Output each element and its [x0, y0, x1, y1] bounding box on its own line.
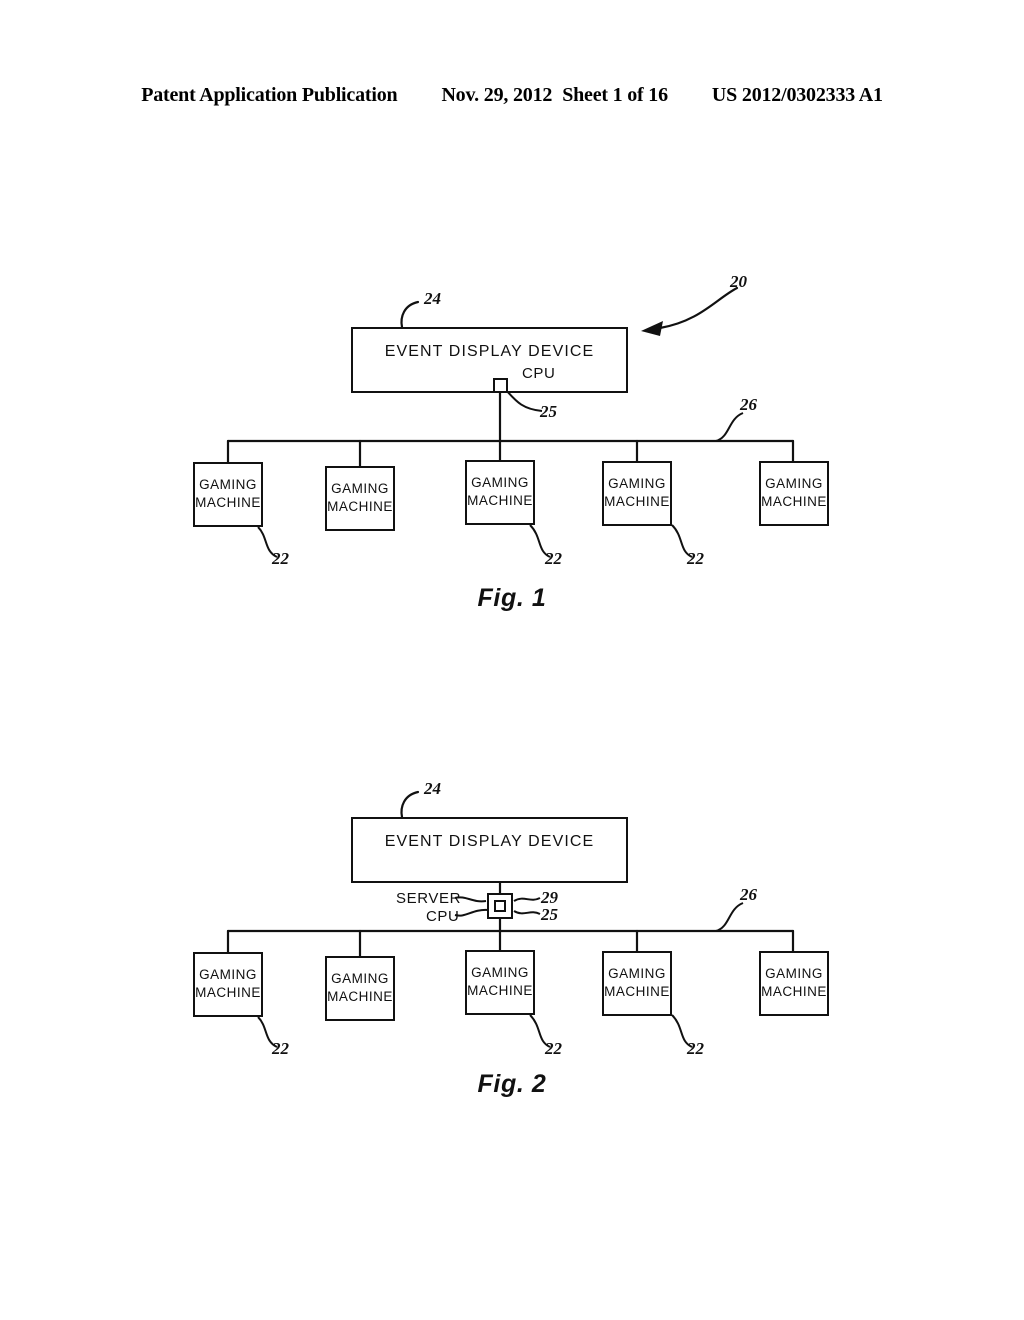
server-label-fig2: SERVER — [396, 890, 462, 907]
gaming-machine-label-3-fig1: GAMING MACHINE — [467, 474, 533, 510]
gm-line2: MACHINE — [604, 983, 670, 999]
gm-line1: GAMING — [765, 476, 823, 491]
gaming-machine-label-5-fig2: GAMING MACHINE — [761, 965, 827, 1001]
refnum-25-fig1: 25 — [540, 402, 557, 421]
refnum-22-machine3-fig1: 22 — [545, 549, 562, 568]
gm-line2: MACHINE — [327, 498, 393, 514]
refnum-24-fig1: 24 — [424, 289, 441, 308]
gm-line2: MACHINE — [327, 988, 393, 1004]
event-display-device-label-fig2: EVENT DISPLAY DEVICE — [384, 833, 595, 850]
refnum-22-machine4-fig2: 22 — [687, 1039, 704, 1058]
refnum-22-machine3-fig2: 22 — [545, 1039, 562, 1058]
page-header: Patent Application Publication Nov. 29, … — [0, 84, 1024, 118]
figure-1: EVENT DISPLAY DEVICE CPU 24 20 25 26 GAM… — [0, 255, 1024, 635]
gm-line1: GAMING — [471, 475, 529, 490]
figure-2: EVENT DISPLAY DEVICE SERVER CPU 24 29 25… — [0, 745, 1024, 1125]
gaming-machine-box-3-fig2: GAMING MACHINE — [465, 950, 535, 1015]
gaming-machine-label-4-fig1: GAMING MACHINE — [604, 475, 670, 511]
gm-line2: MACHINE — [467, 982, 533, 998]
gm-line1: GAMING — [765, 966, 823, 981]
gm-line1: GAMING — [199, 477, 257, 492]
gm-line2: MACHINE — [604, 493, 670, 509]
cpu-label-fig2: CPU — [426, 908, 460, 925]
header-publication-title: Patent Application Publication — [141, 84, 398, 106]
gaming-machine-box-4-fig1: GAMING MACHINE — [602, 461, 672, 526]
gm-line2: MACHINE — [195, 494, 261, 510]
gm-line1: GAMING — [608, 966, 666, 981]
figure-1-connectors — [226, 286, 795, 558]
gaming-machine-box-5-fig2: GAMING MACHINE — [759, 951, 829, 1016]
figure-2-connectors — [226, 790, 795, 1048]
gaming-machine-label-4-fig2: GAMING MACHINE — [604, 965, 670, 1001]
refnum-22-machine4-fig1: 22 — [687, 549, 704, 568]
gaming-machine-box-3-fig1: GAMING MACHINE — [465, 460, 535, 525]
event-display-device-box-fig1: EVENT DISPLAY DEVICE — [351, 327, 628, 393]
gm-line1: GAMING — [331, 971, 389, 986]
figure-2-caption: Fig. 2 — [477, 1070, 547, 1098]
gm-line1: GAMING — [608, 476, 666, 491]
refnum-24-fig2: 24 — [424, 779, 441, 798]
refnum-26-fig2: 26 — [740, 885, 757, 904]
cpu-label-fig1: CPU — [522, 365, 556, 382]
refnum-20-fig1: 20 — [730, 272, 747, 291]
refnum-22-machine1-fig2: 22 — [272, 1039, 289, 1058]
gm-line2: MACHINE — [195, 984, 261, 1000]
gaming-machine-label-1-fig1: GAMING MACHINE — [195, 476, 261, 512]
gm-line1: GAMING — [331, 481, 389, 496]
gaming-machine-box-1-fig1: GAMING MACHINE — [193, 462, 263, 527]
refnum-22-machine1-fig1: 22 — [272, 549, 289, 568]
gaming-machine-box-2-fig2: GAMING MACHINE — [325, 956, 395, 1021]
figure-1-caption: Fig. 1 — [477, 584, 547, 612]
header-sheet-number: Sheet 1 of 16 — [562, 84, 668, 106]
gaming-machine-label-2-fig1: GAMING MACHINE — [327, 480, 393, 516]
gm-line2: MACHINE — [761, 493, 827, 509]
gm-line2: MACHINE — [761, 983, 827, 999]
gaming-machine-box-2-fig1: GAMING MACHINE — [325, 466, 395, 531]
gm-line1: GAMING — [471, 965, 529, 980]
gaming-machine-box-1-fig2: GAMING MACHINE — [193, 952, 263, 1017]
gm-line2: MACHINE — [467, 492, 533, 508]
header-date: Nov. 29, 2012 — [441, 84, 553, 106]
event-display-device-box-fig2: EVENT DISPLAY DEVICE — [351, 817, 628, 883]
header-publication-number: US 2012/0302333 A1 — [711, 84, 883, 106]
gaming-machine-box-4-fig2: GAMING MACHINE — [602, 951, 672, 1016]
refnum-26-fig1: 26 — [740, 395, 757, 414]
cpu-square-fig1 — [493, 378, 508, 393]
gaming-machine-box-5-fig1: GAMING MACHINE — [759, 461, 829, 526]
refnum-25-fig2: 25 — [541, 905, 558, 924]
gaming-machine-label-5-fig1: GAMING MACHINE — [761, 475, 827, 511]
event-display-device-label: EVENT DISPLAY DEVICE — [384, 343, 595, 360]
gaming-machine-label-2-fig2: GAMING MACHINE — [327, 970, 393, 1006]
gaming-machine-label-1-fig2: GAMING MACHINE — [195, 966, 261, 1002]
gm-line1: GAMING — [199, 967, 257, 982]
gaming-machine-label-3-fig2: GAMING MACHINE — [467, 964, 533, 1000]
cpu-square-fig2 — [494, 900, 506, 912]
